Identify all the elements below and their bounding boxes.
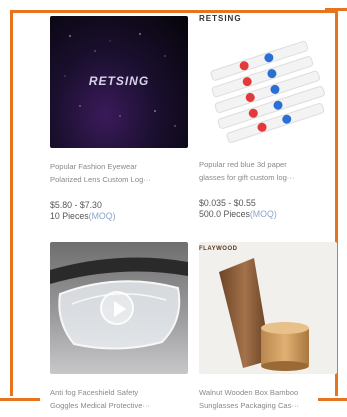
play-video-icon[interactable]: [100, 291, 134, 325]
wooden-sunglasses-case-image: [219, 258, 309, 371]
product-card[interactable]: RETSING Popular Fashion Eyewear Polarize…: [50, 16, 188, 222]
product-moq: 500.0 Pieces(MOQ): [199, 209, 277, 219]
product-title[interactable]: Anti fog Faceshield Safety Goggles Medic…: [50, 386, 188, 412]
product-card[interactable]: RETSING Popular red blue 3d paper glasse…: [199, 14, 337, 220]
product-card[interactable]: Anti fog Faceshield Safety Goggles Medic…: [50, 242, 188, 412]
product-title[interactable]: Walnut Wooden Box Bamboo Sunglasses Pack…: [199, 386, 337, 412]
product-image[interactable]: [50, 242, 188, 374]
brand-logo: RETSING: [88, 74, 150, 88]
product-image[interactable]: FLAYWOOD: [199, 242, 337, 374]
product-moq: 10 Pieces(MOQ): [50, 211, 116, 221]
paper-3d-glasses-image: [210, 40, 325, 143]
product-card[interactable]: FLAYWOOD Walnut Wooden Box Bamboo Sungla: [199, 242, 337, 412]
product-title[interactable]: Popular red blue 3d paper glasses for gi…: [199, 158, 337, 184]
highlight-frame-top-right: [325, 8, 347, 11]
product-price: $0.035 - $0.55: [199, 198, 256, 208]
highlight-frame-bottom-left: [0, 398, 40, 401]
product-image[interactable]: RETSING: [50, 16, 188, 148]
product-title[interactable]: Popular Fashion Eyewear Polarized Lens C…: [50, 160, 188, 186]
product-price: $5.80 - $7.30: [50, 200, 102, 210]
product-image[interactable]: RETSING: [199, 14, 337, 146]
